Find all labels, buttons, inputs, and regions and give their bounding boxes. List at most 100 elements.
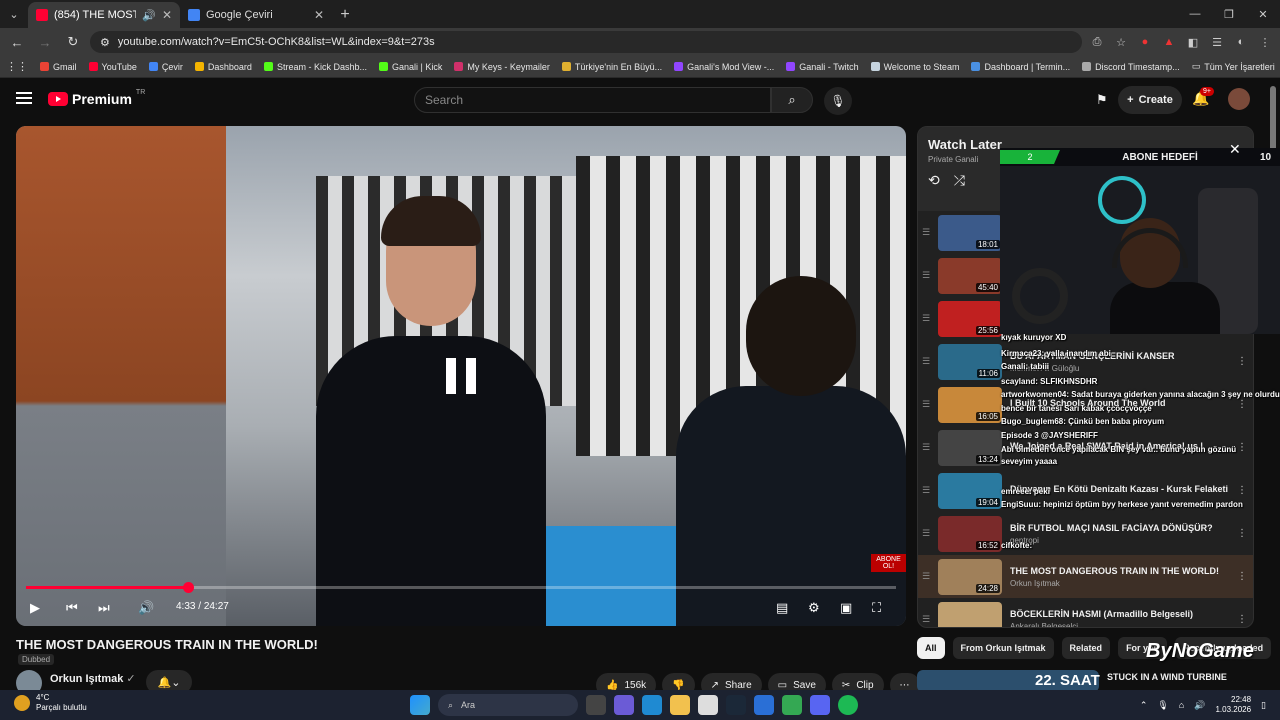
profile-icon[interactable]: ◐ [1232,33,1250,51]
loop-icon[interactable]: ⟲ [928,172,940,189]
more-icon[interactable]: ⋮ [1237,356,1247,367]
channel-name[interactable]: Orkun Işıtmak ✓ [50,672,136,685]
discord-icon[interactable] [810,695,830,715]
url-field[interactable]: ⚙ youtube.com/watch?v=EmC5t-OChK8&list=W… [90,31,1082,53]
bookmark-star-icon[interactable]: ☆ [1112,33,1130,51]
extension-icon[interactable]: ● [1136,33,1154,51]
bookmark-item[interactable]: Welcome to Steam [870,62,959,72]
subtitles-icon[interactable]: ▤ [776,600,788,616]
drag-handle-icon[interactable]: ☰ [922,356,934,367]
playlist-item-title[interactable]: BÖCEKLERİN HASMI (Armadillo Belgeseli) [1010,609,1237,619]
clock[interactable]: 22:48 1.03.2026 [1215,695,1251,715]
playlist-item[interactable]: ☰ 16:52 BİR FUTBOL MAÇI NASIL FACİAYA DÖNÜ… [918,512,1253,555]
forward-icon[interactable]: → [34,35,56,50]
drag-handle-icon[interactable]: ☰ [922,528,934,539]
miniplayer-icon[interactable]: ▣ [840,600,852,616]
more-icon[interactable]: ⋮ [1237,528,1247,539]
windows-start-icon[interactable] [410,695,430,715]
drag-handle-icon[interactable]: ☰ [922,227,934,238]
more-icon[interactable]: ⋮ [1237,399,1247,410]
close-tab-icon[interactable]: ✕ [162,8,172,22]
bookmark-item[interactable]: Dashboard | Termin... [971,62,1070,72]
voice-search-button[interactable]: 🎙 [824,87,852,115]
next-icon[interactable]: ⏭ [98,600,110,616]
playlist-thumbnail[interactable]: 16:05 [938,386,1002,423]
close-playlist-icon[interactable]: ✕ [1229,141,1241,158]
bookmark-item[interactable]: My Keys - Keymailer [454,62,550,72]
youtube-logo[interactable]: Premium TR [48,89,145,107]
video-player[interactable]: ABONE OL! ▶ ⏮ ⏭ 🔊 4:33 / 24:27 ▤ ⚙ ▣ ⛶ [16,126,906,626]
install-icon[interactable]: ⎙ [1088,33,1106,51]
steam-icon[interactable] [726,695,746,715]
task-view-icon[interactable] [586,695,606,715]
bookmark-item[interactable]: Stream - Kick Dashb... [263,62,367,72]
new-tab-button[interactable]: + [332,2,358,28]
account-avatar[interactable] [1228,88,1250,110]
previous-icon[interactable]: ⏮ [66,600,78,616]
bookmark-item[interactable]: Ganali - Twitch [786,62,859,72]
bookmark-item[interactable]: Ganali's Mod View -... [674,62,774,72]
extensions-puzzle-icon[interactable]: ◧ [1184,33,1202,51]
store-icon[interactable] [698,695,718,715]
mic-icon[interactable]: 🎙 [1157,700,1168,711]
copilot-icon[interactable] [614,695,634,715]
site-info-icon[interactable]: ⚙ [100,36,110,49]
chip-1[interactable]: From Orkun Işıtmak [952,637,1054,659]
audio-icon[interactable]: 🔊 [142,9,156,22]
taskbar-search[interactable]: ⌕ Ara [438,694,578,716]
close-tab-icon[interactable]: ✕ [314,8,324,22]
chip-0[interactable]: All [917,637,945,659]
volume-icon[interactable]: 🔊 [138,600,154,616]
chevron-up-icon[interactable]: ⌃ [1140,700,1148,711]
drag-handle-icon[interactable]: ☰ [922,442,934,453]
tab-search-icon[interactable]: ⌄ [0,0,28,28]
close-window-icon[interactable]: ✕ [1246,0,1280,28]
playlist-thumbnail[interactable]: 11:06 [938,343,1002,380]
minimize-icon[interactable]: — [1178,0,1212,28]
bookmark-item[interactable]: YouTube [88,62,137,72]
fullscreen-icon[interactable]: ⛶ [872,600,881,616]
drag-handle-icon[interactable]: ☰ [922,485,934,496]
drag-handle-icon[interactable]: ☰ [922,571,934,582]
bookmark-item[interactable]: Gmail [40,62,77,72]
playlist-thumbnail[interactable]: 19:04 [938,472,1002,509]
menu-kebab-icon[interactable]: ⋮ [1256,33,1274,51]
progress-bar[interactable] [26,582,896,593]
playlist-item[interactable]: ☰ BÖCEKLERİN HASMI (Armadillo Belgeseli) A… [918,598,1253,627]
drag-handle-icon[interactable]: ☰ [922,270,934,281]
apps-grid-icon[interactable]: ⋮⋮ [6,60,28,73]
playlist-thumbnail[interactable]: 45:40 [938,257,1002,294]
all-bookmarks[interactable]: ▭ Tüm Yer İşaretleri [1192,61,1275,72]
maximize-icon[interactable]: ❐ [1212,0,1246,28]
search-button[interactable]: ⌕ [771,87,813,113]
search-input[interactable]: Search [414,87,771,113]
tab-google-translate[interactable]: Google Çeviri ✕ [180,2,332,28]
playlist-item-title[interactable]: THE MOST DANGEROUS TRAIN IN THE WORLD! [1010,566,1237,576]
playlist-thumbnail[interactable]: 25:56 [938,300,1002,337]
tab-search-icon[interactable]: ☰ [1208,33,1226,51]
mail-icon[interactable] [754,695,774,715]
bookmark-item[interactable]: Türkiye'nin En Büyü... [561,62,662,72]
drag-handle-icon[interactable]: ☰ [922,614,934,625]
tab-youtube[interactable]: (854) THE MOST DANGERO... 🔊 ✕ [28,2,180,28]
settings-gear-icon[interactable]: ⚙ [808,600,820,616]
pause-overlay-icon[interactable] [446,358,476,394]
bookmark-item[interactable]: Çevir [148,62,183,72]
extension-icon[interactable]: ▲ [1160,33,1178,51]
volume-icon[interactable]: 🔊 [1194,700,1205,711]
spotify-icon[interactable] [838,695,858,715]
back-icon[interactable]: ← [6,35,28,50]
more-icon[interactable]: ⋮ [1237,442,1247,453]
bookmark-item[interactable]: Ganali | Kick [378,62,442,72]
reload-icon[interactable]: ↻ [62,34,84,50]
next-video-item[interactable]: 22. SAAT STUCK IN A WIND TURBINE [917,670,1247,692]
more-icon[interactable]: ⋮ [1237,571,1247,582]
create-button[interactable]: + Create [1118,86,1182,114]
chrome-icon[interactable] [782,695,802,715]
file-explorer-icon[interactable] [670,695,690,715]
network-icon[interactable]: ⌂ [1179,700,1184,710]
drag-handle-icon[interactable]: ☰ [922,313,934,324]
playlist-item-title[interactable]: BİR FUTBOL MAÇI NASIL FACİAYA DÖNÜŞÜR? [1010,523,1237,533]
progress-scrubber[interactable] [182,582,194,593]
play-icon[interactable]: ▶ [30,600,40,616]
